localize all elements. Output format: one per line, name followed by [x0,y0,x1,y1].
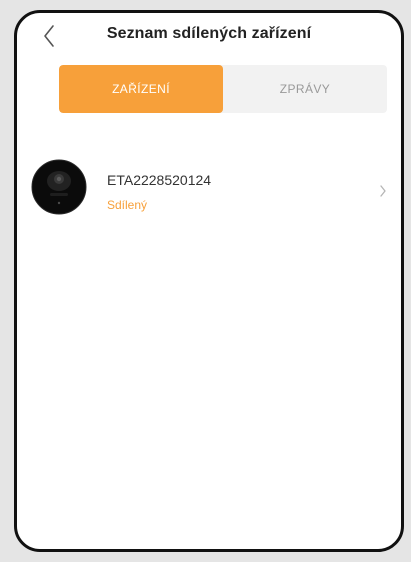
chevron-right-icon [380,185,386,197]
device-list-item[interactable]: ETA2228520124 Sdílený [17,159,401,223]
page-title: Seznam sdílených zařízení [106,25,312,42]
phone-screen: Seznam sdílených zařízení ZAŘÍZENÍ ZPRÁV… [14,10,404,552]
tab-devices[interactable]: ZAŘÍZENÍ [59,65,223,113]
robot-vacuum-icon [31,159,87,215]
device-name: ETA2228520124 [107,172,212,188]
tab-messages[interactable]: ZPRÁVY [223,65,387,113]
tab-bar: ZAŘÍZENÍ ZPRÁVY [59,65,387,113]
header: Seznam sdílených zařízení [17,13,401,59]
device-status: Sdílený [107,198,148,212]
